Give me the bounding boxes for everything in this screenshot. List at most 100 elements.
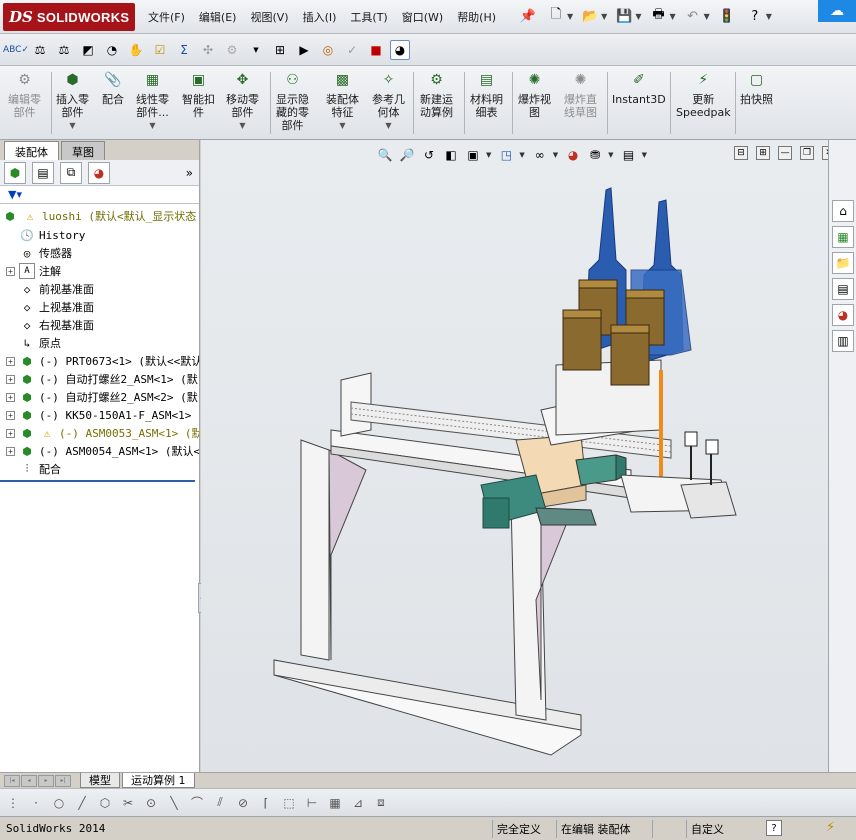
menu-tools[interactable]: 工具(T) [350, 9, 387, 25]
point-icon[interactable]: · [27, 794, 45, 812]
expand-toggle-icon[interactable]: + [6, 410, 15, 420]
chevron-down-icon[interactable]: ▼ [339, 119, 345, 132]
apply-scene-icon[interactable]: ⛃ [586, 146, 604, 164]
expand-toggle-icon[interactable]: + [6, 266, 15, 276]
cmd-mate[interactable]: 📎 配合 [102, 70, 124, 107]
design-library-icon[interactable]: ▦ [832, 226, 854, 248]
chevron-down-icon[interactable]: ▼ [642, 151, 647, 159]
cmd-assembly-features[interactable]: ▩ 装配体 特征 ▼ [326, 70, 359, 132]
chevron-down-icon[interactable]: ▼ [766, 12, 772, 21]
tab-model[interactable]: 模型 [80, 773, 120, 788]
chevron-down-icon[interactable]: ▼ [553, 151, 558, 159]
section-view-icon[interactable]: ◧ [442, 146, 460, 164]
appearance-icon[interactable]: ◕ [390, 39, 410, 60]
tree-root[interactable]: ⬢ ⚠ luoshi (默认<默认_显示状态 [0, 206, 199, 226]
arc-icon[interactable]: ⌒ [188, 794, 206, 812]
cloud-connect-icon[interactable]: ☁ [818, 0, 856, 22]
simulation-icon[interactable]: ◎ [318, 40, 338, 60]
feature-manager-icon[interactable]: ⬢ [4, 161, 26, 184]
measure-icon[interactable]: ⚖ [30, 40, 50, 60]
cmd-show-hidden[interactable]: ⚇ 显示隐 藏的零 部件 [276, 70, 309, 133]
tree-node[interactable]: ◇ 上视基准面 [0, 298, 199, 316]
expand-toggle-icon[interactable]: + [6, 356, 15, 366]
chevron-down-icon[interactable]: ▼ [635, 12, 641, 21]
tree-node[interactable]: ◎ 传感器 [0, 244, 199, 262]
view-settings-icon[interactable]: ▤ [620, 146, 638, 164]
chevron-down-icon[interactable]: ▼ [669, 12, 675, 21]
view-orientation-icon[interactable]: ◳ [497, 146, 515, 164]
interference-icon[interactable]: ✋ [126, 40, 146, 60]
dynamic-annotation-icon[interactable]: ▣ [464, 146, 482, 164]
print-icon[interactable]: 🖶 [647, 5, 669, 27]
menu-help[interactable]: 帮助(H) [457, 9, 496, 25]
prev-tab-icon[interactable]: ◂ [21, 774, 37, 787]
tab-assembly[interactable]: 装配体 [4, 141, 59, 160]
section-properties-icon[interactable]: ◩ [78, 40, 98, 60]
last-tab-icon[interactable]: ▸| [55, 774, 71, 787]
help-icon[interactable]: ? [766, 820, 782, 836]
cmd-linear-pattern[interactable]: ▦ 线性零 部件... ▼ [136, 70, 169, 132]
corner-rectangle-icon[interactable]: ⌈ [257, 794, 275, 812]
chevron-down-icon[interactable]: ▼ [704, 12, 710, 21]
checkbox-icon[interactable]: ☑ [150, 40, 170, 60]
edit-appearance-icon[interactable]: ◕ [564, 146, 582, 164]
centerpoint-circle-icon[interactable]: ⊙ [142, 794, 160, 812]
view-palette-icon[interactable]: ▤ [832, 278, 854, 300]
tree-node[interactable]: ↳ 原点 [0, 334, 199, 352]
display-manager-icon[interactable]: ◕ [88, 161, 110, 184]
cmd-new-motion-study[interactable]: ⚙ 新建运 动算例 [420, 70, 453, 120]
dotted-rectangle-icon[interactable]: ⬚ [280, 794, 298, 812]
polygon-icon[interactable]: ⬡ [96, 794, 114, 812]
mirror-icon[interactable]: ⊿ [349, 794, 367, 812]
line-icon[interactable]: ╱ [73, 794, 91, 812]
hatch-icon[interactable]: ▦ [326, 794, 344, 812]
assembly-model[interactable] [201, 140, 828, 772]
custom-properties-icon[interactable]: ▥ [832, 330, 854, 352]
chevron-down-icon[interactable]: ▼ [608, 151, 613, 159]
rebuild-traffic-light-icon[interactable]: 🚦 [716, 5, 738, 27]
filter-icon[interactable]: ▼▾ [8, 188, 22, 201]
cmd-snapshot[interactable]: ▢ 拍快照 [740, 70, 773, 107]
appearances-icon[interactable]: ◕ [832, 304, 854, 326]
units-status[interactable]: 自定义 [686, 820, 742, 838]
expand-toggle-icon[interactable]: + [6, 374, 15, 384]
offset-icon[interactable]: ⫽ [211, 794, 229, 812]
solidworks-logo[interactable]: DS SOLIDWORKS [3, 3, 135, 31]
property-manager-icon[interactable]: ▤ [32, 161, 54, 184]
cmd-insert-component[interactable]: ⬢ 插入零 部件 ▼ [56, 70, 89, 132]
graphics-area[interactable]: X Y Z [201, 140, 828, 840]
cmd-explode-line-sketch[interactable]: ✺ 爆炸直 线草图 [564, 70, 597, 120]
display-style-icon[interactable]: ∞ [531, 146, 549, 164]
tree-node[interactable]: 🕓 History [0, 226, 199, 244]
zoom-to-area-icon[interactable]: 🔎 [398, 146, 416, 164]
tree-node[interactable]: + A 注解 [0, 262, 199, 280]
design-check-icon[interactable]: ✓ [342, 40, 362, 60]
spell-check-icon[interactable]: ABC✓ [3, 40, 29, 60]
tree-node[interactable]: + ⬢ (-) 自动打螺丝2_ASM<2> (默 [0, 388, 199, 406]
file-explorer-icon[interactable]: 📁 [832, 252, 854, 274]
help-icon[interactable]: ? [744, 5, 766, 27]
previous-view-icon[interactable]: ↺ [420, 146, 438, 164]
home-icon[interactable]: ⌂ [832, 200, 854, 222]
menu-edit[interactable]: 编辑(E) [199, 9, 237, 25]
stop-icon[interactable]: ■ [366, 40, 386, 60]
chevron-down-icon[interactable]: ▼ [385, 119, 391, 132]
cmd-edit-component[interactable]: ⚙ 编辑零 部件 [8, 70, 41, 120]
chevron-down-icon[interactable]: ▼ [246, 40, 266, 60]
open-folder-icon[interactable]: 📂 [579, 5, 601, 27]
tree-node[interactable]: + ⬢ (-) PRT0673<1> (默认<<默认 [0, 352, 199, 370]
chevron-down-icon[interactable]: ▼ [567, 12, 573, 21]
new-document-icon[interactable]: 🗋 [545, 5, 567, 27]
chevron-down-icon[interactable]: ▼ [601, 12, 607, 21]
tree-node[interactable]: + ⬢ (-) 自动打螺丝2_ASM<1> (默 [0, 370, 199, 388]
save-icon[interactable]: 💾 [613, 5, 635, 27]
clearance-icon[interactable]: ⚙ [222, 40, 242, 60]
cmd-instant3d[interactable]: ✐ Instant3D [612, 70, 666, 107]
expand-icon[interactable]: » [186, 166, 193, 180]
chevron-down-icon[interactable]: ▼ [239, 119, 245, 132]
expand-toggle-icon[interactable]: + [6, 428, 15, 438]
chevron-down-icon[interactable]: ▼ [149, 119, 155, 132]
hole-alignment-icon[interactable]: ✣ [198, 40, 218, 60]
configuration-manager-icon[interactable]: ⧉ [60, 161, 82, 184]
tab-motion-study[interactable]: 运动算例 1 [122, 773, 195, 788]
